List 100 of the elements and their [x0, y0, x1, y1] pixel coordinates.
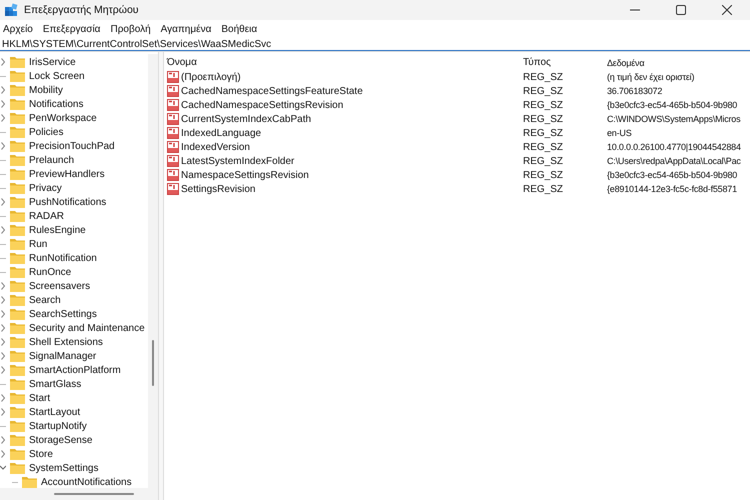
- folder-icon: [10, 126, 25, 138]
- chevron-right-icon[interactable]: [0, 86, 6, 94]
- chevron-right-icon[interactable]: [0, 338, 6, 346]
- menu-item[interactable]: Αρχείο: [3, 24, 33, 34]
- value-name[interactable]: IndexedVersion: [181, 142, 250, 152]
- column-header[interactable]: Δεδομένα: [607, 58, 644, 68]
- folder-icon: [10, 112, 25, 124]
- value-type: REG_SZ: [523, 86, 564, 96]
- tree-item[interactable]: Policies: [29, 126, 64, 138]
- tree-item[interactable]: RADAR: [29, 210, 64, 222]
- tree-item[interactable]: Lock Screen: [29, 70, 85, 82]
- folder-icon: [10, 364, 25, 376]
- chevron-right-icon[interactable]: [0, 394, 6, 402]
- value-name[interactable]: SettingsRevision: [181, 184, 256, 194]
- tree-item[interactable]: PrecisionTouchPad: [29, 140, 115, 152]
- registry-icon: [4, 3, 18, 17]
- value-name[interactable]: CachedNamespaceSettingsRevision: [181, 100, 344, 110]
- value-data: {e8910144-12e3-fc5c-fc8d-f55871: [607, 184, 737, 194]
- folder-icon: [10, 224, 25, 236]
- tree-item[interactable]: IrisService: [29, 56, 76, 68]
- tree-item[interactable]: Security and Maintenance: [29, 322, 145, 334]
- chevron-right-icon[interactable]: [0, 58, 6, 66]
- tree-item[interactable]: RulesEngine: [29, 224, 86, 236]
- string-value-icon: [167, 71, 179, 83]
- value-name[interactable]: NamespaceSettingsRevision: [181, 170, 309, 180]
- chevron-right-icon[interactable]: [0, 198, 6, 206]
- tree-item[interactable]: Start: [29, 392, 50, 404]
- tree-item[interactable]: Mobility: [29, 84, 63, 96]
- tree-item[interactable]: SmartActionPlatform: [29, 364, 121, 376]
- tree-item[interactable]: PushNotifications: [29, 196, 106, 208]
- string-value-icon: [167, 155, 179, 167]
- close-icon: [722, 5, 732, 15]
- chevron-right-icon[interactable]: [0, 408, 6, 416]
- column-header[interactable]: Τύπος: [523, 57, 607, 68]
- tree-item[interactable]: Store: [29, 448, 53, 460]
- chevron-right-icon[interactable]: [0, 366, 6, 374]
- value-type: REG_SZ: [523, 184, 564, 194]
- folder-icon: [10, 168, 25, 180]
- chevron-right-icon[interactable]: [0, 114, 6, 122]
- tree-item[interactable]: Search: [29, 294, 61, 306]
- tree-item[interactable]: Shell Extensions: [29, 336, 103, 348]
- chevron-right-icon[interactable]: [0, 226, 6, 234]
- value-type: REG_SZ: [523, 142, 564, 152]
- address-field[interactable]: HKLM\SYSTEM\CurrentControlSet\Services\WaaSMedicSvc: [0, 38, 750, 51]
- menu-item[interactable]: Επεξεργασία: [42, 24, 100, 34]
- tree-item[interactable]: Privacy: [29, 182, 62, 194]
- chevron-right-icon[interactable]: [0, 282, 6, 290]
- tree-item[interactable]: RunOnce: [29, 266, 72, 278]
- menu-item[interactable]: Βοήθεια: [221, 24, 258, 34]
- chevron-right-icon[interactable]: [0, 352, 6, 360]
- tree-item[interactable]: StartupNotify: [29, 420, 87, 432]
- value-name[interactable]: (Προεπιλογή): [181, 72, 241, 82]
- tree-item[interactable]: Notifications: [29, 98, 84, 110]
- chevron-right-icon[interactable]: [0, 142, 6, 150]
- value-data: (η τιμή δεν έχει οριστεί): [607, 72, 694, 82]
- chevron-right-icon[interactable]: [0, 310, 6, 318]
- chevron-right-icon[interactable]: [0, 324, 6, 332]
- tree-item[interactable]: StorageSense: [29, 434, 92, 446]
- tree-item[interactable]: RunNotification: [29, 252, 97, 264]
- value-name[interactable]: LatestSystemIndexFolder: [181, 156, 294, 166]
- chevron-right-icon[interactable]: [0, 100, 6, 108]
- folder-icon: [10, 140, 25, 152]
- chevron-right-icon[interactable]: [0, 296, 6, 304]
- tree-item[interactable]: Screensavers: [29, 280, 90, 292]
- scrollbar-thumb[interactable]: [152, 340, 154, 386]
- folder-icon: [10, 70, 25, 82]
- tree-item[interactable]: Prelaunch: [29, 154, 74, 166]
- tree-item[interactable]: SmartGlass: [29, 378, 82, 390]
- tree-item[interactable]: StartLayout: [29, 406, 80, 418]
- tree-item[interactable]: SystemSettings: [29, 462, 98, 474]
- value-data: {b3e0cfc3-ec54-465b-b504-9b980: [607, 170, 738, 180]
- folder-icon: [10, 392, 25, 404]
- tree-item[interactable]: Run: [29, 238, 48, 250]
- tree-item[interactable]: PenWorkspace: [29, 112, 97, 124]
- folder-icon: [10, 154, 25, 166]
- tree-item[interactable]: AccountNotifications: [41, 476, 132, 488]
- folder-icon: [10, 448, 25, 460]
- value-type: REG_SZ: [523, 170, 564, 180]
- folder-icon: [10, 462, 25, 474]
- string-value-icon: [167, 169, 179, 181]
- chevron-right-icon[interactable]: [0, 436, 6, 444]
- tree-item[interactable]: SearchSettings: [29, 308, 97, 320]
- value-name[interactable]: CachedNamespaceSettingsFeatureState: [181, 86, 363, 96]
- value-name[interactable]: IndexedLanguage: [181, 128, 262, 138]
- string-value-icon: [167, 85, 179, 97]
- tree-item[interactable]: PreviewHandlers: [29, 168, 105, 180]
- menu-item[interactable]: Αγαπημένα: [160, 24, 212, 34]
- value-name[interactable]: CurrentSystemIndexCabPath: [181, 114, 312, 124]
- chevron-down-icon[interactable]: [0, 464, 6, 472]
- value-type: REG_SZ: [523, 72, 564, 82]
- folder-icon: [10, 210, 25, 222]
- value-data: {b3e0cfc3-ec54-465b-b504-9b980: [607, 100, 738, 110]
- folder-icon: [10, 322, 25, 334]
- value-data: 36.706183072: [607, 86, 662, 96]
- menu-item[interactable]: Προβολή: [110, 24, 151, 34]
- scrollbar-thumb[interactable]: [54, 493, 134, 495]
- chevron-right-icon[interactable]: [0, 450, 6, 458]
- column-header[interactable]: Όνομα: [167, 57, 523, 68]
- folder-icon: [10, 406, 25, 418]
- tree-item[interactable]: SignalManager: [29, 350, 96, 362]
